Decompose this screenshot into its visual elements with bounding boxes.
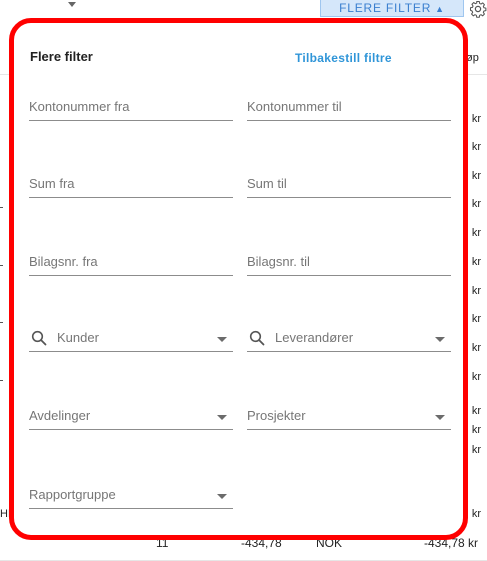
currency-suffix: kr: [471, 424, 481, 436]
sum-to-field[interactable]: Sum til: [247, 176, 451, 198]
voucher-from-field[interactable]: Bilagsnr. fra: [29, 254, 233, 276]
suppliers-select[interactable]: Leverandører: [247, 330, 451, 352]
gear-icon[interactable]: [469, 0, 487, 18]
search-icon: [249, 330, 265, 346]
flere-filter-label: FLERE FILTER: [339, 1, 432, 15]
chevron-up-icon: ▲: [435, 4, 445, 14]
flere-filter-button[interactable]: FLERE FILTER ▲: [320, 0, 464, 17]
currency-suffix: kr: [471, 170, 481, 182]
customers-label: Kunder: [57, 330, 99, 345]
search-icon: [31, 330, 47, 346]
departments-select[interactable]: Avdelinger: [29, 408, 233, 430]
caret-down-icon[interactable]: [217, 337, 227, 342]
account-from-field[interactable]: Kontonummer fra: [29, 99, 233, 121]
row-fragment: [0, 207, 3, 208]
currency-suffix: kr: [471, 405, 481, 417]
report-group-label: Rapportgruppe: [29, 487, 116, 502]
caret-down-icon[interactable]: [435, 337, 445, 342]
suppliers-label: Leverandører: [275, 330, 354, 345]
projects-label: Prosjekter: [247, 408, 306, 423]
currency-suffix: kr: [471, 256, 481, 268]
row-fragment: [0, 380, 3, 381]
voucher-to-label: Bilagsnr. til: [247, 254, 310, 269]
sum-from-field[interactable]: Sum fra: [29, 176, 233, 198]
currency-suffix: kr: [471, 342, 481, 354]
caret-down-icon[interactable]: [435, 415, 445, 420]
departments-label: Avdelinger: [29, 408, 91, 423]
row-fragment: [0, 322, 3, 323]
caret-down-icon[interactable]: [217, 494, 227, 499]
projects-select[interactable]: Prosjekter: [247, 408, 451, 430]
sum-from-label: Sum fra: [29, 176, 75, 191]
sum-to-label: Sum til: [247, 176, 287, 191]
voucher-from-label: Bilagsnr. fra: [29, 254, 98, 269]
currency-suffix: kr: [471, 508, 481, 520]
currency-suffix: kr: [471, 141, 481, 153]
account-to-label: Kontonummer til: [247, 99, 342, 114]
currency-suffix: kr: [471, 371, 481, 383]
currency-suffix: kr: [471, 444, 481, 456]
currency-suffix: kr: [471, 285, 481, 297]
currency-suffix: kr: [471, 313, 481, 325]
panel-title: Flere filter: [30, 49, 93, 64]
reset-filters-link[interactable]: Tilbakestill filtre: [295, 51, 392, 65]
report-group-select[interactable]: Rapportgruppe: [29, 487, 233, 509]
dropdown-chevron-icon[interactable]: [68, 2, 76, 7]
currency-suffix: kr: [471, 227, 481, 239]
currency-suffix: kr: [471, 113, 481, 125]
customers-select[interactable]: Kunder: [29, 330, 233, 352]
voucher-to-field[interactable]: Bilagsnr. til: [247, 254, 451, 276]
caret-down-icon[interactable]: [217, 415, 227, 420]
account-to-field[interactable]: Kontonummer til: [247, 99, 451, 121]
account-from-label: Kontonummer fra: [29, 99, 130, 114]
currency-suffix: kr: [471, 198, 481, 210]
row-fragment: [0, 265, 3, 266]
filter-panel: Flere filter Tilbakestill filtre Kontonu…: [9, 18, 468, 540]
